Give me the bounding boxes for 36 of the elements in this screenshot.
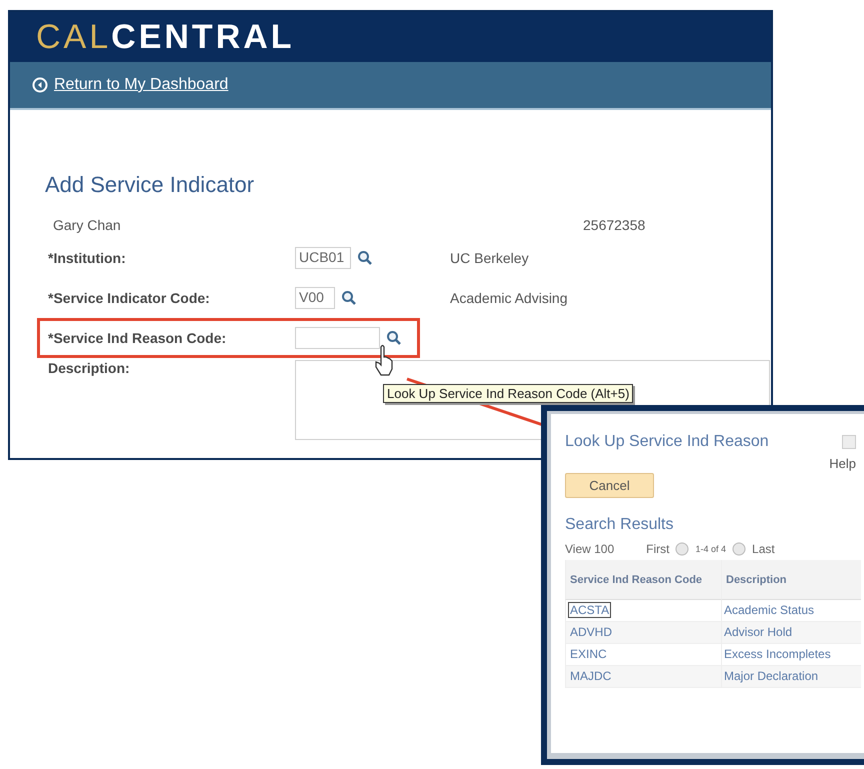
field-description: Academic Advising bbox=[450, 290, 568, 306]
tooltip: Look Up Service Ind Reason Code (Alt+5) bbox=[383, 384, 634, 403]
table-cell: Advisor Hold bbox=[721, 622, 861, 644]
input-field[interactable]: UCB01 bbox=[295, 247, 351, 269]
last-link[interactable]: Last bbox=[752, 542, 775, 556]
student-name: Gary Chan bbox=[53, 217, 122, 233]
table-cell: Major Declaration bbox=[721, 666, 861, 688]
input-field[interactable] bbox=[295, 327, 380, 349]
table-cell: Excess Incompletes bbox=[721, 644, 861, 666]
field-description: UC Berkeley bbox=[450, 250, 529, 266]
code-link[interactable]: ACSTA bbox=[568, 602, 612, 618]
help-link[interactable]: Help bbox=[829, 456, 856, 471]
column-header: Service Ind Reason Code bbox=[565, 560, 721, 600]
student-id: 25672358 bbox=[583, 217, 646, 233]
dialog-title: Look Up Service Ind Reason bbox=[565, 433, 769, 451]
cancel-button[interactable]: Cancel bbox=[565, 473, 654, 498]
table-cell: Academic Status bbox=[721, 600, 861, 622]
results-heading: Search Results bbox=[565, 516, 674, 534]
hand-cursor-icon bbox=[373, 343, 395, 377]
search-icon[interactable] bbox=[386, 330, 402, 346]
field-label: Description: bbox=[48, 360, 131, 378]
field-label: *Service Ind Reason Code: bbox=[48, 330, 228, 346]
calcentral-logo: CALCENTRAL bbox=[36, 18, 295, 56]
first-link[interactable]: First bbox=[646, 542, 670, 556]
input-field[interactable]: V00 bbox=[295, 287, 335, 309]
column-header: Description bbox=[721, 560, 861, 600]
page-range: 1-4 of 4 bbox=[695, 544, 726, 554]
page-title: Add Service Indicator bbox=[45, 172, 256, 198]
field-label: *Institution: bbox=[48, 250, 127, 266]
back-circle-icon bbox=[32, 77, 48, 93]
view-all-link[interactable]: View 100 bbox=[565, 542, 614, 556]
search-icon[interactable] bbox=[357, 250, 373, 266]
return-dashboard-link[interactable]: Return to My Dashboard bbox=[54, 76, 228, 94]
search-icon[interactable] bbox=[341, 290, 357, 306]
code-link[interactable]: EXINC bbox=[568, 646, 609, 662]
field-label: *Service Indicator Code: bbox=[48, 290, 211, 306]
